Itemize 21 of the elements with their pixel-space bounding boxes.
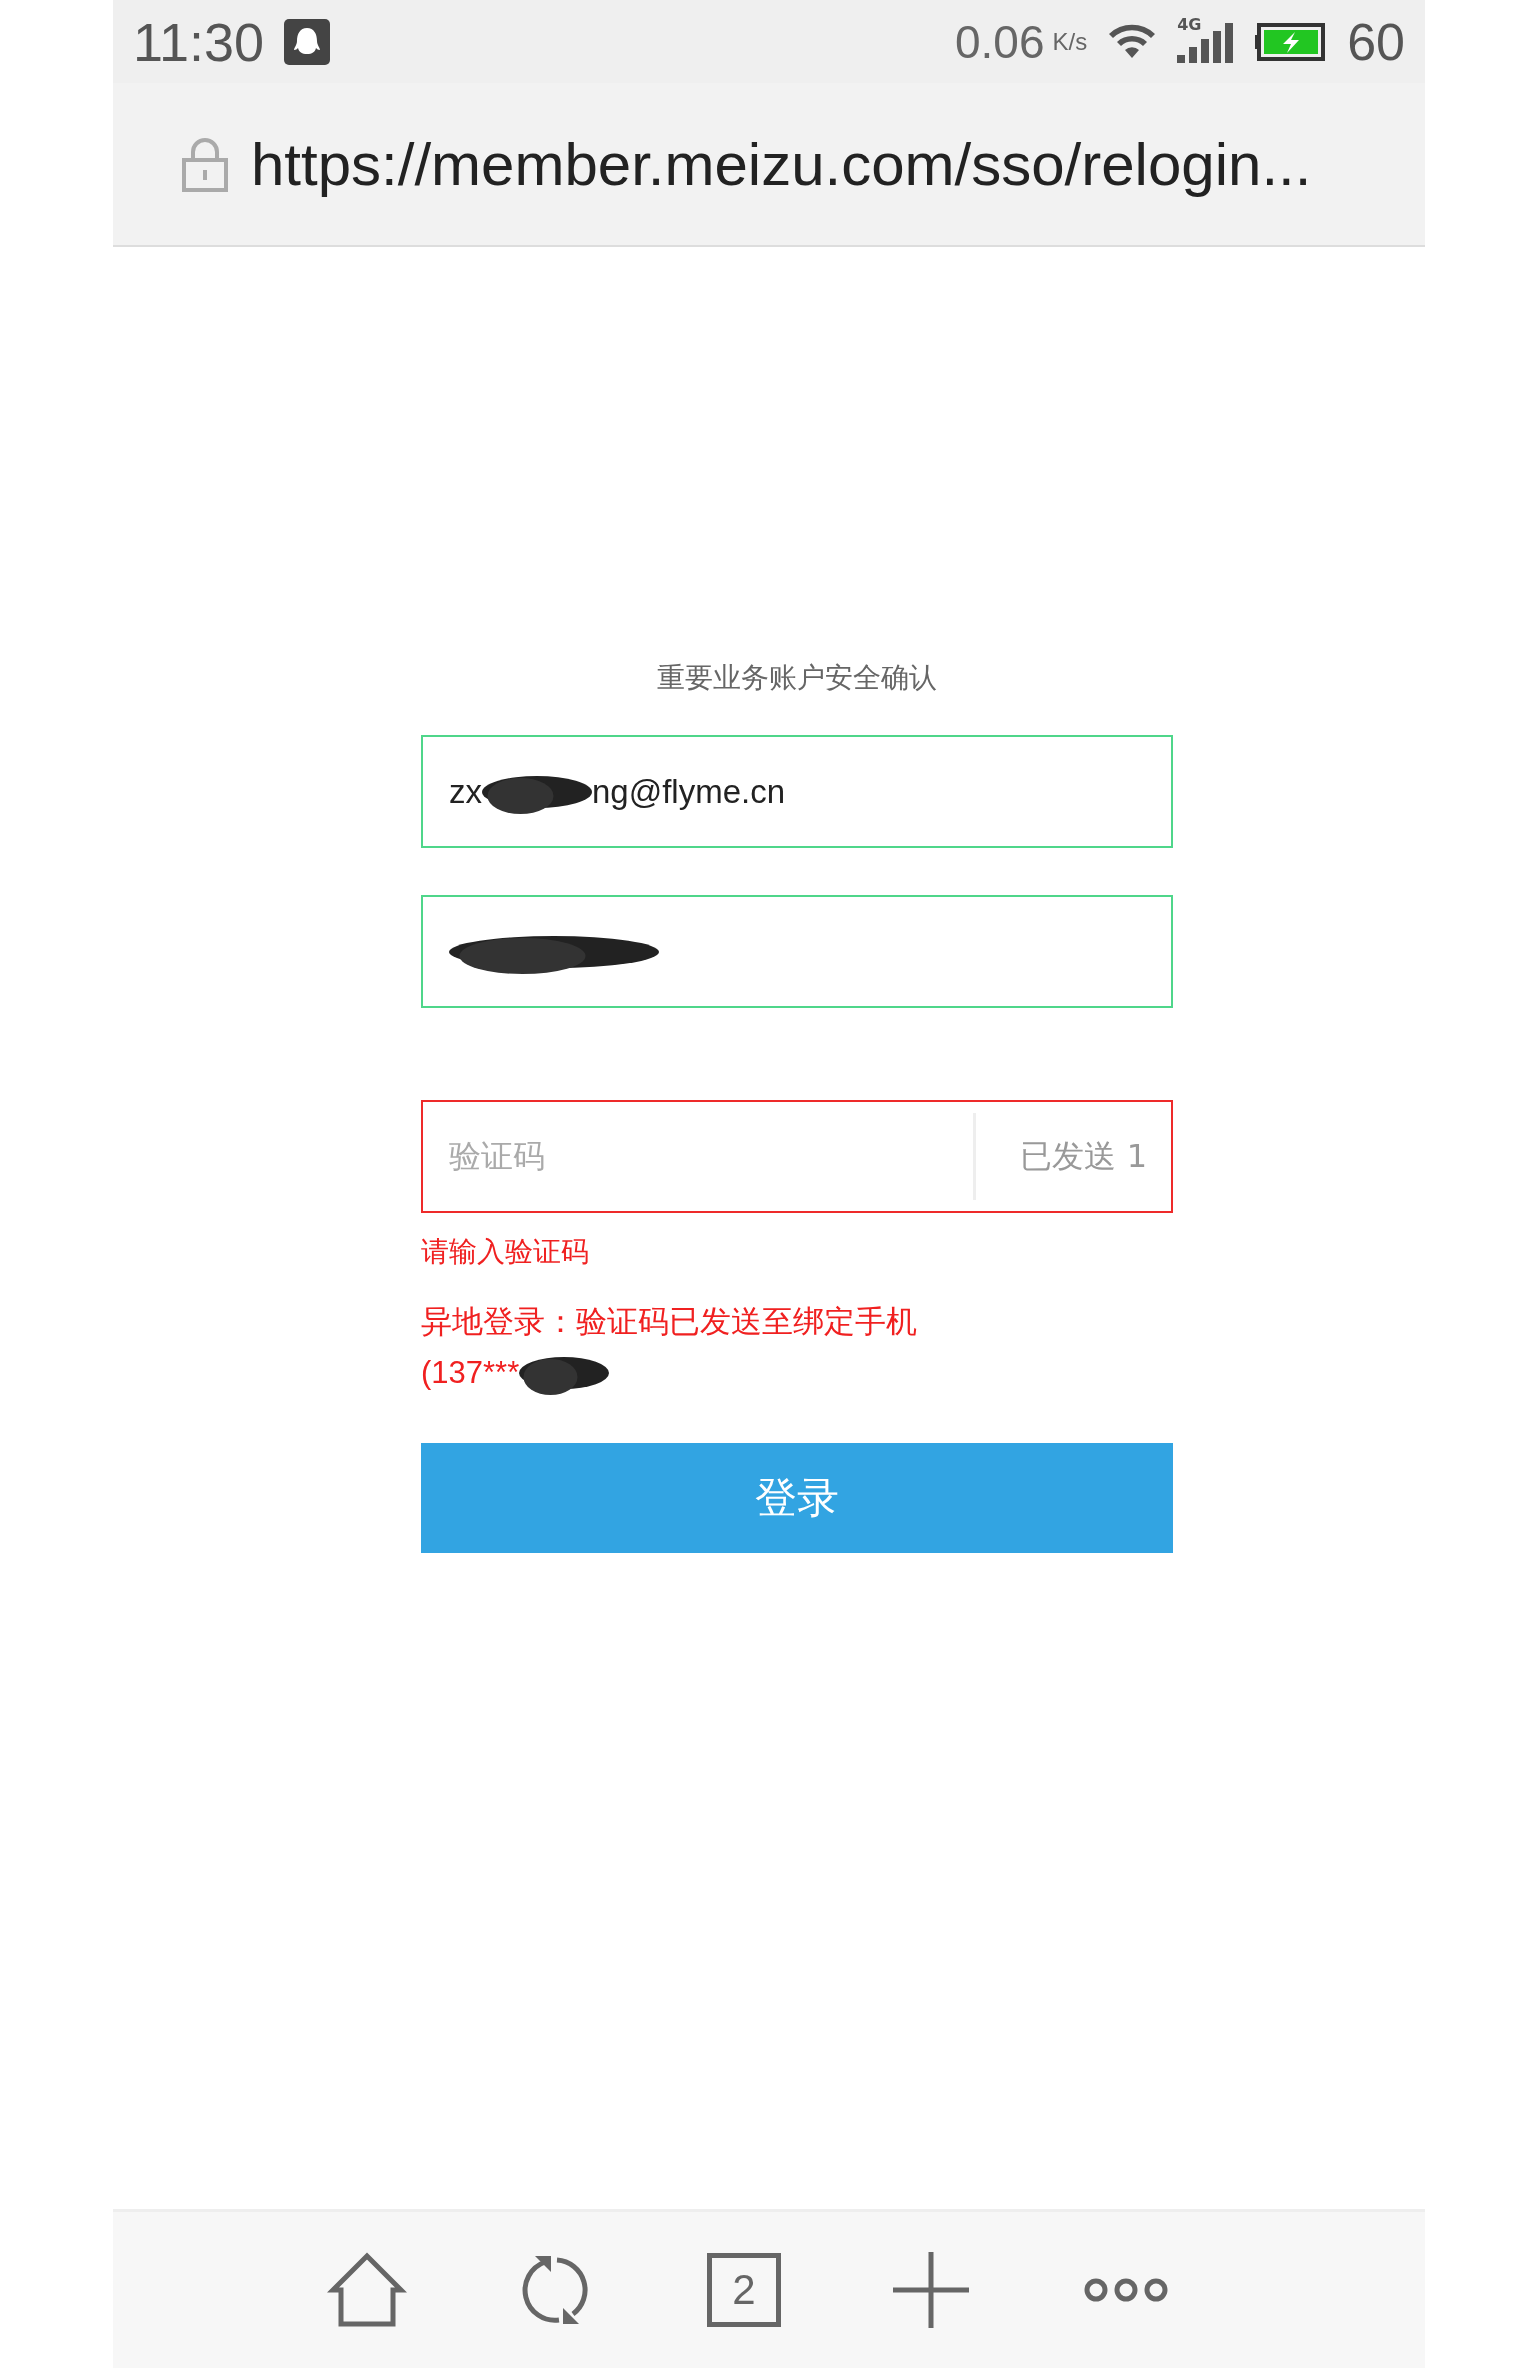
email-end: ng@flyme.cn xyxy=(592,772,786,811)
password-field[interactable] xyxy=(421,895,1173,1008)
network-speed: 0.06 xyxy=(954,14,1045,69)
login-button[interactable]: 登录 xyxy=(421,1443,1173,1553)
tabs-button[interactable]: 2 xyxy=(707,2253,781,2327)
notification-icon xyxy=(284,18,331,65)
email-field[interactable]: zx ng@flyme.cn xyxy=(421,735,1173,848)
battery-level: 60 xyxy=(1347,11,1405,72)
speed-unit: K/s xyxy=(1052,27,1088,56)
status-time: 11:30 xyxy=(133,10,265,73)
email-start: zx xyxy=(449,772,482,811)
signal-icon xyxy=(1177,20,1236,63)
error-message: 请输入验证码 xyxy=(421,1234,590,1270)
resend-countdown[interactable]: 已发送 1 xyxy=(973,1112,1171,1201)
home-icon[interactable] xyxy=(327,2250,407,2330)
code-field[interactable]: 验证码 已发送 1 xyxy=(421,1100,1173,1213)
add-icon[interactable] xyxy=(891,2250,971,2330)
phone-number: (137*** xyxy=(421,1355,520,1391)
login-notice: 异地登录：验证码已发送至绑定手机 xyxy=(421,1302,918,1341)
network-type: 4G xyxy=(1177,14,1202,34)
form-title: 重要业务账户安全确认 xyxy=(657,660,937,696)
